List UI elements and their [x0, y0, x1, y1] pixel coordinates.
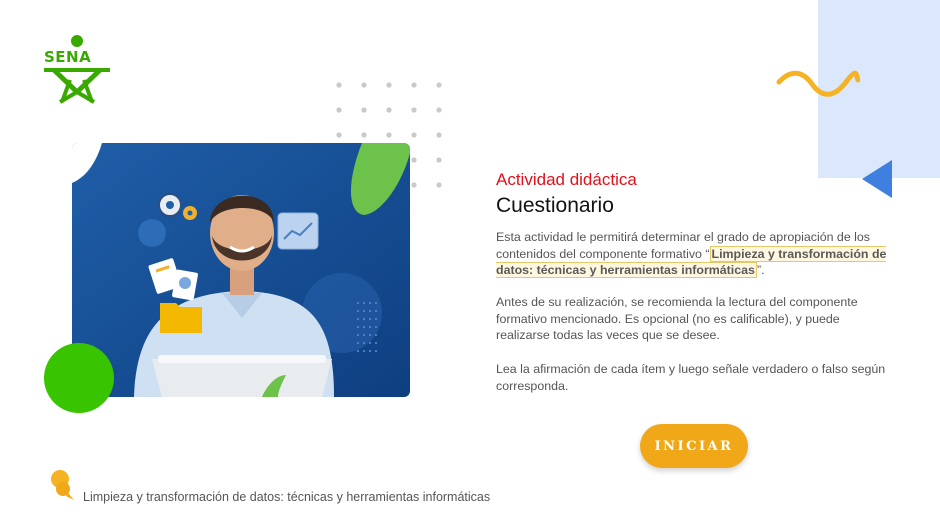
- page-title: Cuestionario: [496, 194, 614, 217]
- green-circle-decoration: [44, 343, 114, 413]
- instructions-paragraph: Lea la afirmación de cada ítem y luego s…: [496, 362, 886, 393]
- activity-label: Actividad didáctica: [496, 170, 637, 189]
- chat-bubble-icon: [51, 470, 74, 500]
- intro-paragraph: Esta actividad le permitirá determinar e…: [496, 229, 896, 279]
- wave-decoration-icon: [776, 70, 860, 97]
- sena-logo-text: SENA: [44, 48, 92, 66]
- footer-title: Limpieza y transformación de datos: técn…: [83, 490, 491, 504]
- triangle-decoration-icon: [862, 160, 892, 198]
- recommendation-paragraph: Antes de su realización, se recomienda l…: [496, 295, 858, 342]
- hero-illustration: [72, 143, 410, 397]
- intro-text-end: ”.: [756, 263, 765, 277]
- start-button[interactable]: INICIAR: [640, 424, 748, 468]
- sena-logo: SENA: [40, 34, 114, 104]
